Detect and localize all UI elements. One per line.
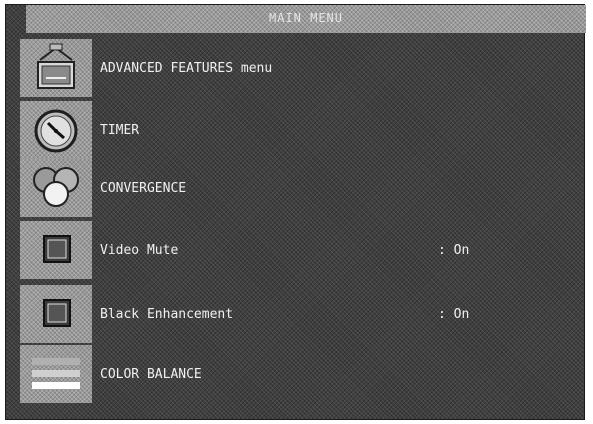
menu-item-advanced-features[interactable]: ADVANCED FEATURES menu <box>6 39 584 97</box>
menu-list: ADVANCED FEATURES menu TIMER CONVERGENCE… <box>6 33 584 419</box>
menu-item-label: TIMER <box>100 123 140 138</box>
menu-item-value: : On <box>438 307 470 322</box>
menu-item-label: COLOR BALANCE <box>100 367 202 382</box>
clock-icon <box>20 101 92 159</box>
menu-item-label: Video Mute <box>100 243 179 258</box>
convergence-icon <box>20 159 92 217</box>
menu-item-convergence[interactable]: CONVERGENCE <box>6 159 584 217</box>
title-bar: MAIN MENU <box>26 5 586 33</box>
menu-item-color-balance[interactable]: COLOR BALANCE <box>6 345 584 403</box>
menu-item-video-mute[interactable]: Video Mute : On <box>6 221 584 279</box>
menu-item-value: : On <box>438 243 470 258</box>
menu-item-label: CONVERGENCE <box>100 181 187 196</box>
main-menu-window: MAIN MENU ADVANCED FEATURES menu TIMER C… <box>5 4 586 420</box>
advanced-features-icon <box>20 39 92 97</box>
color-balance-icon <box>20 345 92 403</box>
video-mute-icon <box>20 221 92 279</box>
menu-item-label: Black Enhancement <box>100 307 234 322</box>
black-enhancement-icon <box>20 285 92 343</box>
menu-title: MAIN MENU <box>268 11 344 25</box>
menu-item-timer[interactable]: TIMER <box>6 101 584 159</box>
menu-item-black-enhancement[interactable]: Black Enhancement : On <box>6 285 584 343</box>
menu-item-label: ADVANCED FEATURES menu <box>100 61 273 76</box>
